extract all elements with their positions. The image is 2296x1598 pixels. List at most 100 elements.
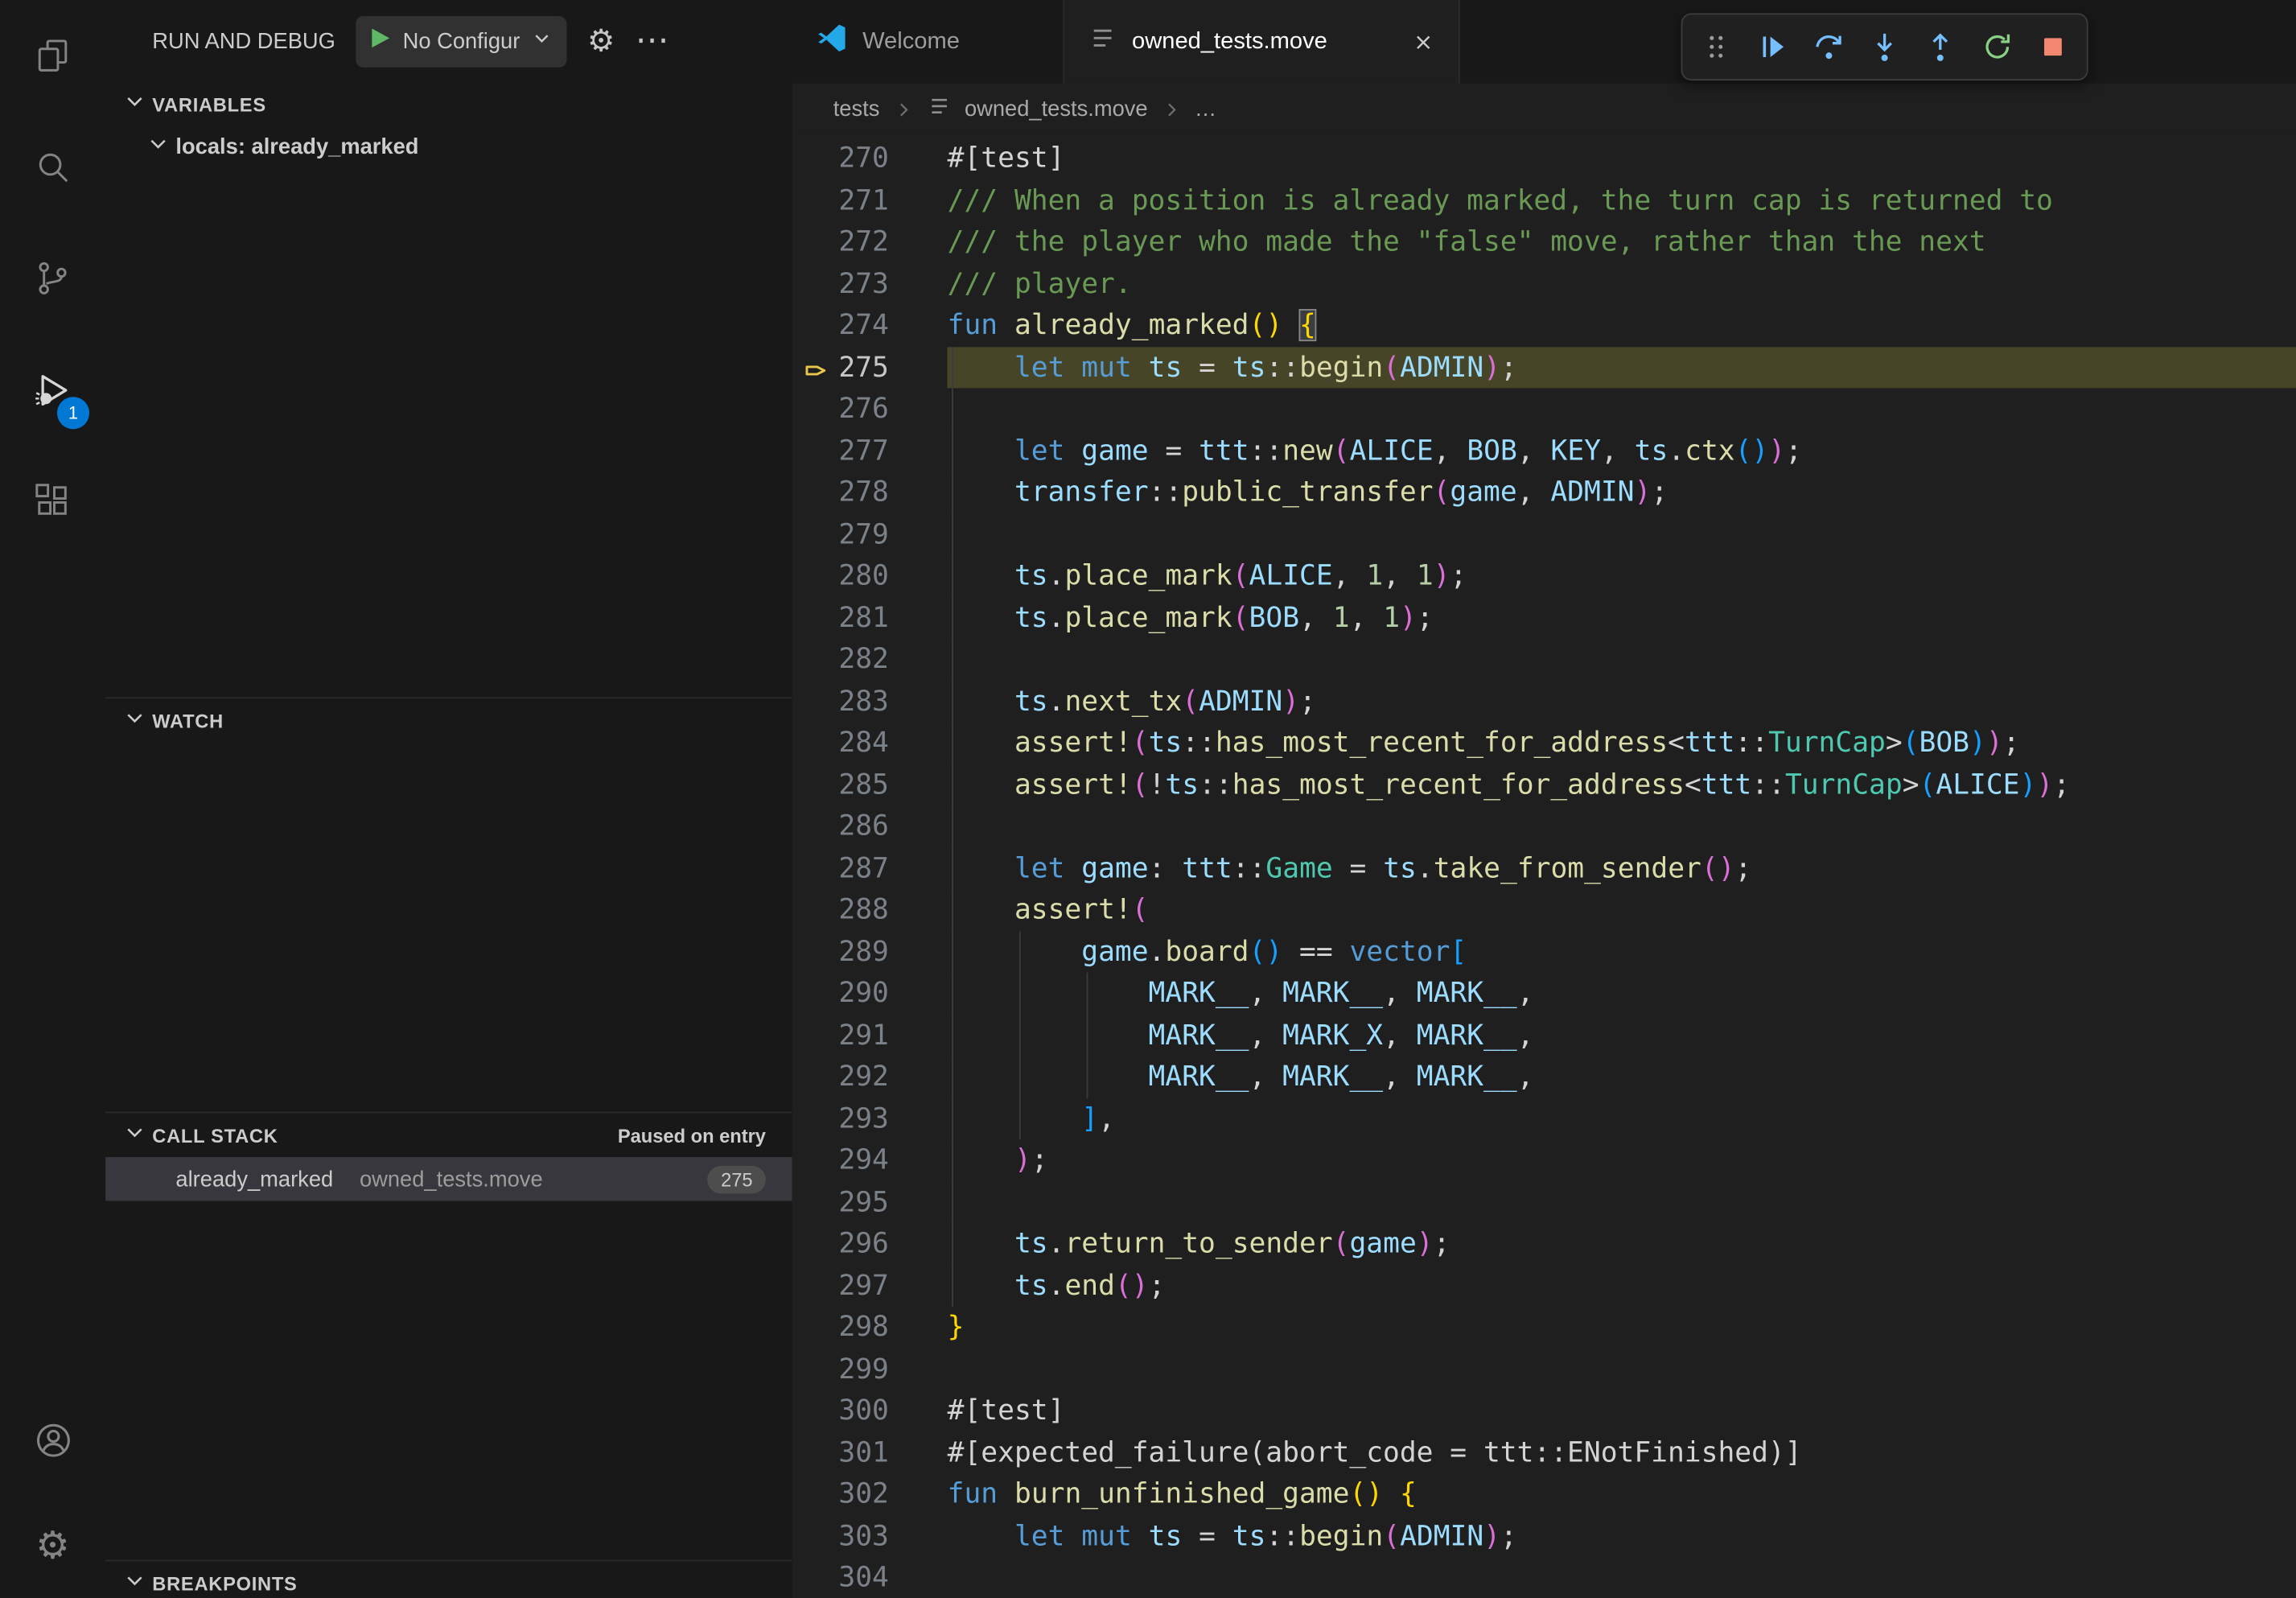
line-number[interactable]: 282 — [792, 639, 889, 681]
code-line[interactable]: 293 ], — [792, 1098, 2296, 1139]
code-line[interactable]: 301#[expected_failure(abort_code = ttt::… — [792, 1431, 2296, 1473]
code-line[interactable]: 282 — [792, 639, 2296, 681]
continue-button[interactable] — [1749, 23, 1796, 70]
code-line[interactable]: 284 assert!(ts::has_most_recent_for_addr… — [792, 722, 2296, 764]
code-line[interactable]: 298} — [792, 1307, 2296, 1349]
code-text[interactable]: let game = ttt::new(ALICE, BOB, KEY, ts.… — [948, 435, 1802, 467]
code-text[interactable]: let mut ts = ts::begin(ADMIN); — [948, 1519, 1517, 1551]
code-line[interactable]: 299 — [792, 1348, 2296, 1390]
code-line[interactable]: 303 let mut ts = ts::begin(ADMIN); — [792, 1515, 2296, 1557]
code-line[interactable]: 276 — [792, 388, 2296, 430]
line-number[interactable]: 298 — [792, 1307, 889, 1349]
line-number[interactable]: 297 — [792, 1265, 889, 1307]
activity-run-and-debug[interactable]: 1 — [0, 334, 105, 445]
code-line[interactable]: 287 let game: ttt::Game = ts.take_from_s… — [792, 847, 2296, 889]
breadcrumb-file[interactable]: owned_tests.move — [965, 97, 1148, 121]
code-text[interactable]: #[test] — [948, 1394, 1065, 1427]
code-line[interactable]: 283 ts.next_tx(ADMIN); — [792, 680, 2296, 722]
step-into-button[interactable] — [1861, 23, 1907, 70]
line-number[interactable]: 285 — [792, 764, 889, 805]
activity-explorer[interactable] — [0, 0, 105, 111]
line-number[interactable]: 273 — [792, 263, 889, 305]
line-number[interactable]: 280 — [792, 555, 889, 597]
line-number[interactable]: 279 — [792, 513, 889, 555]
code-text[interactable]: ts.next_tx(ADMIN); — [948, 685, 1316, 717]
code-line[interactable]: 277 let game = ttt::new(ALICE, BOB, KEY,… — [792, 430, 2296, 472]
line-number[interactable]: 284 — [792, 722, 889, 764]
breadcrumb-more[interactable]: … — [1195, 97, 1216, 121]
activity-extensions[interactable] — [0, 445, 105, 556]
code-line[interactable]: 270 #[test] — [792, 138, 2296, 179]
variables-scope-row[interactable]: locals: already_marked — [105, 126, 792, 169]
line-number[interactable]: 287 — [792, 847, 889, 889]
code-text[interactable]: #[test] — [948, 142, 1065, 175]
code-text[interactable]: transfer::public_transfer(game, ADMIN); — [948, 476, 1669, 509]
code-line[interactable]: 288 assert!( — [792, 889, 2296, 931]
code-line[interactable]: 271 /// When a position is already marked… — [792, 179, 2296, 221]
line-number[interactable]: 299 — [792, 1348, 889, 1390]
code-text[interactable]: ts.return_to_sender(game); — [948, 1227, 1450, 1259]
line-number[interactable]: 291 — [792, 1014, 889, 1056]
code-text[interactable]: MARK__, MARK__, MARK__, — [948, 977, 1534, 1009]
line-number[interactable]: 288 — [792, 889, 889, 931]
call-stack-section-header[interactable]: CALL STACK Paused on entry — [105, 1113, 792, 1157]
code-text[interactable]: ts.place_mark(ALICE, 1, 1); — [948, 559, 1467, 591]
drag-handle-icon[interactable] — [1693, 23, 1739, 70]
line-number[interactable]: 303 — [792, 1515, 889, 1557]
code-line[interactable]: 274 fun already_marked() { — [792, 305, 2296, 347]
code-line[interactable]: 275 let mut ts = ts::begin(ADMIN); — [792, 346, 2296, 388]
code-text[interactable]: let mut ts = ts::begin(ADMIN); — [948, 351, 1517, 383]
code-text[interactable]: /// the player who made the "false" move… — [948, 225, 1986, 257]
code-line[interactable]: 279 — [792, 513, 2296, 555]
code-line[interactable]: 285 assert!(!ts::has_most_recent_for_add… — [792, 764, 2296, 805]
line-number[interactable]: 295 — [792, 1181, 889, 1223]
code-text[interactable]: assert!(!ts::has_most_recent_for_address… — [948, 768, 2070, 801]
line-number[interactable]: 281 — [792, 597, 889, 639]
line-number[interactable]: 276 — [792, 388, 889, 430]
activity-account[interactable] — [0, 1384, 105, 1495]
code-text[interactable]: fun already_marked() { — [948, 309, 1316, 341]
line-number[interactable]: 294 — [792, 1139, 889, 1181]
code-text[interactable]: ], — [948, 1102, 1115, 1135]
tab-owned-tests[interactable]: owned_tests.move — [1064, 0, 1459, 84]
code-line[interactable]: 300#[test] — [792, 1390, 2296, 1431]
code-line[interactable]: 272 /// the player who made the "false" m… — [792, 221, 2296, 263]
code-line[interactable]: 286 — [792, 805, 2296, 847]
code-text[interactable]: MARK__, MARK_X, MARK__, — [948, 1019, 1534, 1051]
line-number[interactable]: 278 — [792, 472, 889, 513]
line-number[interactable]: 286 — [792, 805, 889, 847]
breakpoints-section-header[interactable]: BREAKPOINTS — [105, 1561, 792, 1598]
step-out-button[interactable] — [1917, 23, 1964, 70]
code-line[interactable]: 294 ); — [792, 1139, 2296, 1181]
line-number[interactable]: 293 — [792, 1098, 889, 1139]
code-text[interactable]: fun burn_unfinished_game() { — [948, 1478, 1417, 1510]
code-text[interactable]: /// player. — [948, 267, 1132, 299]
line-number[interactable]: 274 — [792, 305, 889, 347]
activity-search[interactable] — [0, 111, 105, 222]
code-line[interactable]: 289 game.board() == vector[ — [792, 931, 2296, 973]
code-line[interactable]: 278 transfer::public_transfer(game, ADMI… — [792, 472, 2296, 513]
code-text[interactable]: assert!( — [948, 893, 1149, 925]
code-line[interactable]: 291 MARK__, MARK_X, MARK__, — [792, 1014, 2296, 1056]
code-text[interactable]: MARK__, MARK__, MARK__, — [948, 1061, 1534, 1093]
step-over-button[interactable] — [1805, 23, 1852, 70]
line-number[interactable]: 270 — [792, 138, 889, 179]
stop-button[interactable] — [2029, 23, 2076, 70]
debug-settings-gear-icon[interactable]: ⚙ — [587, 26, 615, 56]
code-line[interactable]: 302fun burn_unfinished_game() { — [792, 1473, 2296, 1515]
line-number[interactable]: 296 — [792, 1223, 889, 1265]
code-line[interactable]: 304 — [792, 1557, 2296, 1598]
activity-settings[interactable]: ⚙ — [0, 1495, 105, 1597]
line-number[interactable]: 272 — [792, 221, 889, 263]
code-text[interactable]: /// When a position is already marked, t… — [948, 183, 2053, 216]
line-number[interactable]: 290 — [792, 973, 889, 1015]
line-number[interactable]: 292 — [792, 1056, 889, 1098]
line-number[interactable]: 271 — [792, 179, 889, 221]
launch-config-button[interactable]: No Configur — [356, 15, 566, 67]
code-text[interactable]: ts.end(); — [948, 1269, 1166, 1301]
line-number[interactable]: 283 — [792, 680, 889, 722]
code-line[interactable]: 292 MARK__, MARK__, MARK__, — [792, 1056, 2296, 1098]
line-number[interactable]: 289 — [792, 931, 889, 973]
activity-source-control[interactable] — [0, 223, 105, 334]
code-line[interactable]: 297 ts.end(); — [792, 1265, 2296, 1307]
